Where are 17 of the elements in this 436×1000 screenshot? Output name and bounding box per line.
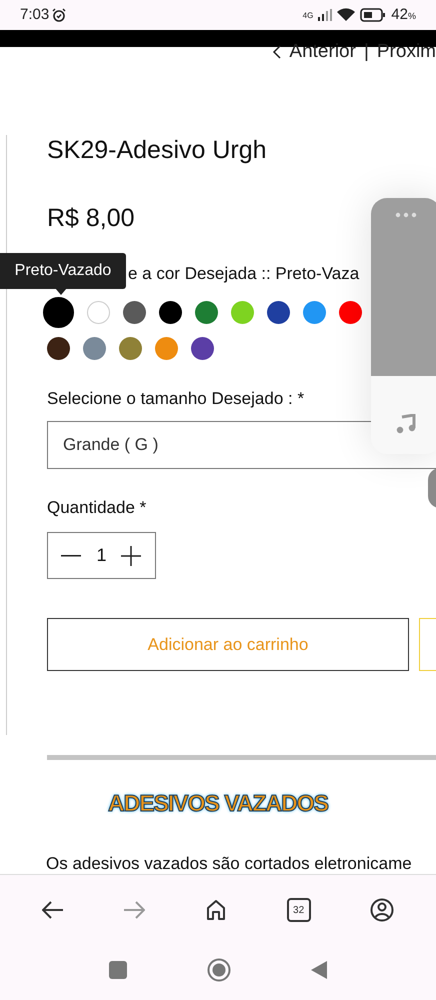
quantity-stepper[interactable]: 1 [47,532,156,579]
battery-level: 42% [391,4,416,25]
quantity-value: 1 [96,544,106,567]
quantity-label: Quantidade * [47,496,146,518]
description-text: Os adesivos vazados são cortados eletronicame [46,852,413,874]
product-title: SK29-Adesivo Urgh [47,135,267,166]
product-price: R$ 8,00 [47,203,135,234]
section-heading: ADESIVOS VAZADOS [108,789,328,818]
previous-link[interactable]: Anterior [289,42,356,62]
tabs-button[interactable]: 32 [286,898,311,922]
tooltip: Preto-Vazado [0,253,126,289]
next-link[interactable]: Proxim [376,42,436,62]
color-label: e a cor Desejada :: Preto-Vaza [128,263,360,285]
network-type: 4G [302,10,314,22]
size-label: Selecione o tamanho Desejado : * [47,388,304,410]
separator: | [364,42,369,62]
clock-time: 7:03 [20,4,50,25]
